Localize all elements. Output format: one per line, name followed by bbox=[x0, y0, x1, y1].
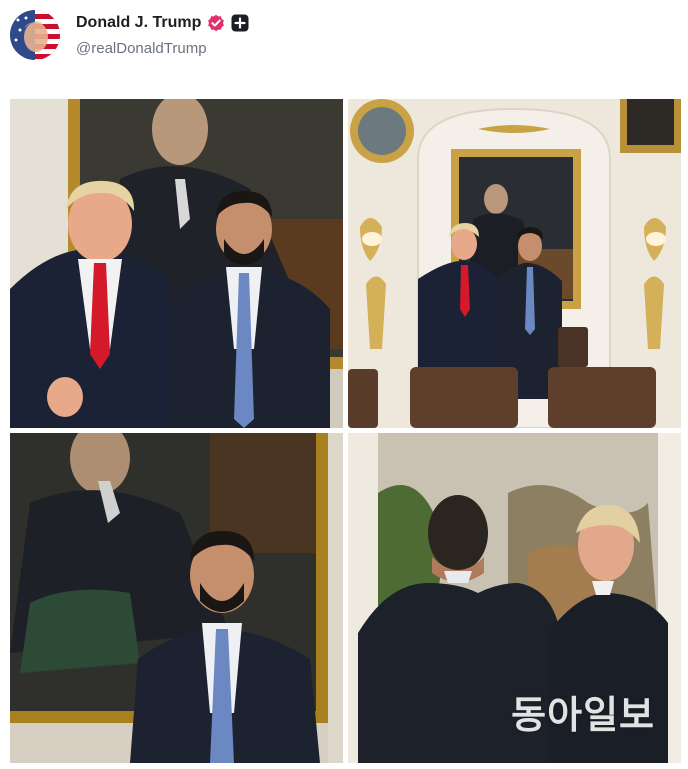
handle[interactable]: @realDonaldTrump bbox=[76, 40, 207, 57]
photo-3[interactable] bbox=[10, 433, 343, 763]
post-header: Donald J. Trump @realDonaldTrump bbox=[10, 8, 670, 64]
photo-2[interactable] bbox=[348, 99, 681, 428]
plus-badge-icon bbox=[231, 14, 249, 32]
watermark-text: 동아일보 bbox=[511, 693, 655, 737]
photo-1[interactable] bbox=[10, 99, 343, 428]
name-row: Donald J. Trump bbox=[76, 14, 249, 32]
verified-badge-icon bbox=[207, 14, 225, 32]
photo-2-image bbox=[348, 99, 681, 428]
flag-portrait-avatar-icon bbox=[10, 10, 60, 60]
display-name[interactable]: Donald J. Trump bbox=[76, 14, 201, 32]
photo-1-image bbox=[10, 99, 343, 428]
avatar[interactable] bbox=[10, 10, 60, 60]
photo-grid: 동아일보 bbox=[10, 99, 682, 763]
photo-4[interactable]: 동아일보 bbox=[348, 433, 681, 763]
photo-3-image bbox=[10, 433, 343, 763]
